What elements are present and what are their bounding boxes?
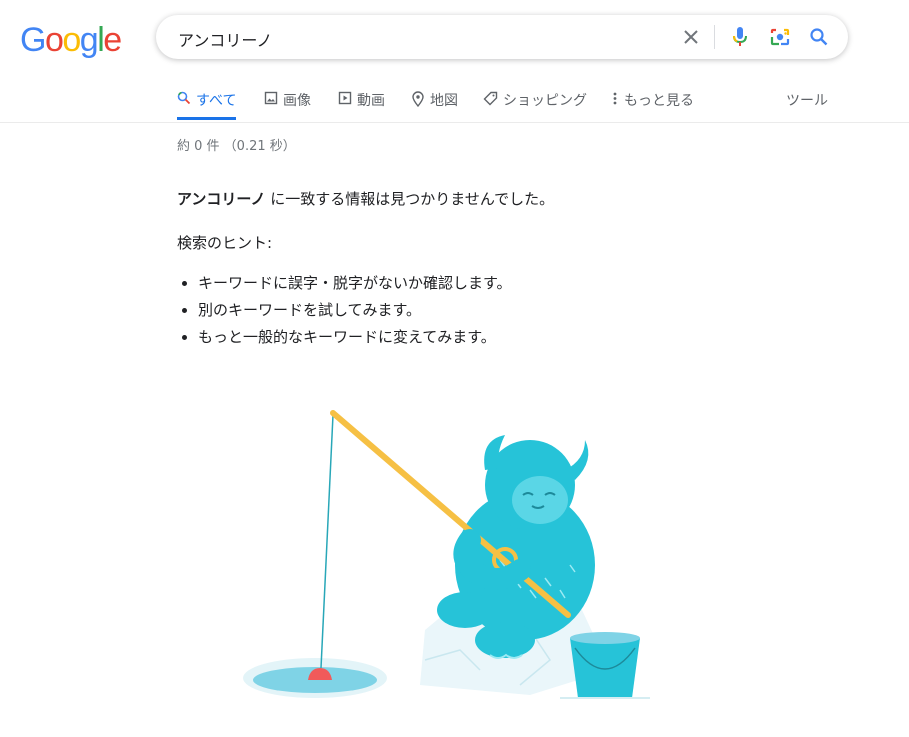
logo-letter: o [44,21,64,59]
mic-icon[interactable] [728,25,752,49]
search-tabs: すべて 画像 動画 地図 ショッピング もっと見る ツール [0,80,909,123]
tab-label: 動画 [357,93,385,109]
tab-more[interactable]: もっと見る [611,90,694,120]
play-icon [338,91,352,105]
lens-camera-icon[interactable] [768,25,792,49]
hint-list: キーワードに誤字・脱字がないか確認します。 別のキーワードを試してみます。 もっ… [177,270,512,351]
hint-title: 検索のヒント: [177,234,273,252]
no-results-query: アンコリーノ [177,190,266,208]
close-icon[interactable] [679,25,703,49]
tab-images[interactable]: 画像 [264,90,311,120]
tab-all[interactable]: すべて [177,90,237,120]
list-item: 別のキーワードを試してみます。 [198,297,512,324]
tab-label: もっと見る [624,93,694,109]
tools-button[interactable]: ツール [786,90,828,120]
tab-maps[interactable]: 地図 [411,90,458,120]
list-item: キーワードに誤字・脱字がないか確認します。 [198,270,512,297]
tab-label: 地図 [430,93,458,109]
search-box[interactable]: アンコリーノ [156,15,848,59]
search-input[interactable]: アンコリーノ [178,27,272,51]
image-icon [264,91,278,105]
google-logo[interactable]: Google [20,21,122,59]
search-divider [714,25,715,49]
search-icon[interactable] [807,25,831,49]
tag-icon [483,91,498,106]
more-vert-icon [613,92,617,105]
tab-label: 画像 [283,93,311,109]
logo-letter: o [62,21,81,59]
tab-videos[interactable]: 動画 [338,90,385,120]
tab-label: すべて [196,93,237,109]
map-pin-icon [412,91,424,107]
list-item: もっと一般的なキーワードに変えてみます。 [198,324,512,351]
logo-letter: G [20,21,46,59]
tools-label: ツール [786,93,828,109]
no-results-suffix: に一致する情報は見つかりませんでした。 [265,190,555,208]
no-results-message: アンコリーノ に一致する情報は見つかりませんでした。 [177,188,554,209]
search-icon [177,91,191,105]
tab-label: ショッピング [503,93,587,109]
logo-letter: e [103,21,122,59]
logo-letter: g [79,21,99,59]
tab-shopping[interactable]: ショッピング [483,90,587,120]
fishing-monster-illustration [243,410,650,699]
result-stats: 約 0 件 （0.21 秒） [177,139,296,154]
